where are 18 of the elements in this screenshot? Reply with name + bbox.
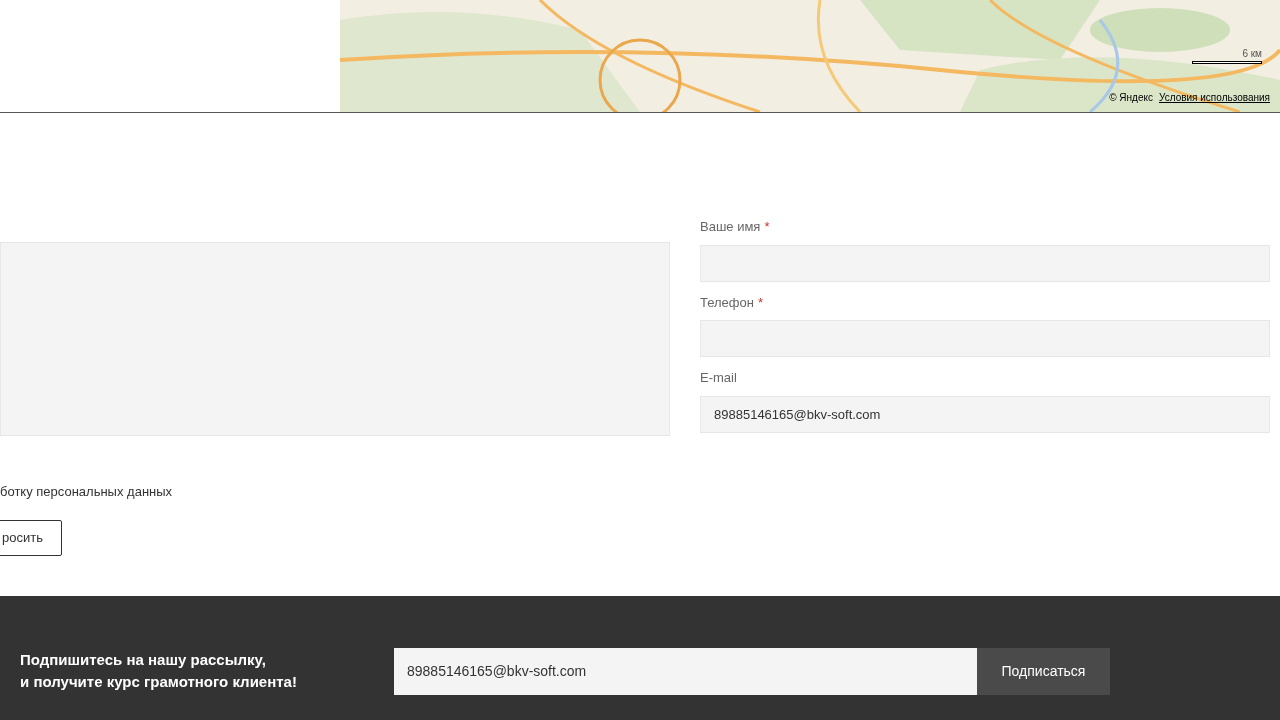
- input-field[interactable]: [700, 320, 1270, 357]
- subscribe-button[interactable]: Подписаться: [977, 647, 1110, 695]
- map-attribution: © Яндекс: [1109, 91, 1153, 105]
- field-label: E-mail: [700, 369, 737, 387]
- field-label: Ваше имя: [700, 218, 761, 236]
- input-field[interactable]: 89885146165@bkv-soft.com: [700, 395, 1270, 433]
- message-field[interactable]: [0, 242, 670, 436]
- field-label: Телефон: [700, 293, 754, 312]
- submit-button[interactable]: росить: [0, 520, 62, 556]
- required-mark: *: [764, 218, 770, 236]
- subscribe-text: Подпишитесь на нашу рассылку, и получите курс грамотного клиента!: [20, 650, 298, 692]
- map-scale-bar: [1192, 61, 1262, 64]
- terms-link[interactable]: Условия использования: [1159, 90, 1270, 105]
- input-field[interactable]: [700, 244, 1270, 282]
- consent-text: ботку персональных данных: [0, 482, 174, 501]
- map-scale-label: 6 км: [1242, 47, 1262, 61]
- email-field[interactable]: 89885146165@bkv-soft.com: [394, 647, 977, 695]
- required-mark: *: [757, 293, 763, 312]
